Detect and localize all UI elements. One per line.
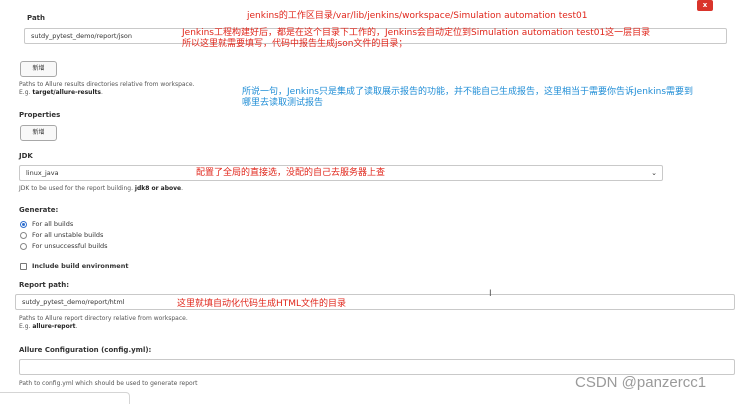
jdk-help-prefix: JDK to be used for the report building.	[19, 185, 135, 192]
chevron-down-icon: ⌄	[651, 169, 657, 177]
path-help-example: E.g. target/allure-results.	[19, 89, 194, 97]
jdk-help-suffix: .	[181, 185, 184, 192]
radio-unstable-builds[interactable]: For all unstable builds	[20, 230, 103, 240]
radio-unsuccessful-builds[interactable]: For unsuccessful builds	[20, 241, 108, 251]
close-button[interactable]: x	[697, 0, 713, 11]
report-path-help-eg-prefix: E.g.	[19, 323, 33, 330]
path-help: Paths to Allure results directories rela…	[19, 81, 194, 97]
generate-label: Generate:	[19, 206, 59, 214]
path-help-eg-value: target/allure-results	[32, 89, 101, 96]
include-env-label: Include build environment	[32, 262, 129, 270]
report-path-help-eg-value: allure-report	[32, 323, 76, 330]
path-add-button[interactable]: 新增	[20, 61, 57, 77]
bottom-panel-edge	[0, 392, 130, 404]
radio-label: For all unstable builds	[32, 231, 104, 239]
radio-button[interactable]	[20, 220, 27, 228]
radio-label: For all builds	[32, 220, 74, 228]
annotation-workspace-dir: jenkins的工作区目录/var/lib/jenkins/workspace/…	[247, 11, 588, 21]
annotation-jenkins-read-2: 哪里去读取测试报告	[242, 98, 324, 108]
report-path-help: Paths to Allure report directory relativ…	[19, 315, 188, 331]
report-path-help-eg-suffix: .	[75, 323, 78, 330]
report-path-input[interactable]: sutdy_pytest_demo/report/html	[15, 294, 735, 310]
close-icon: x	[702, 1, 708, 9]
radio-label: For unsuccessful builds	[32, 242, 108, 250]
jdk-help-bold: jdk8 or above	[134, 185, 182, 192]
jdk-selected-value: linux_java	[26, 169, 59, 177]
properties-add-button[interactable]: 新增	[20, 125, 57, 141]
path-help-line1: Paths to Allure results directories rela…	[19, 81, 195, 88]
path-label: Path	[27, 14, 45, 22]
radio-all-builds[interactable]: For all builds	[20, 219, 73, 229]
report-path-label: Report path:	[19, 281, 70, 289]
include-env-checkbox[interactable]	[20, 262, 27, 270]
path-help-eg-prefix: E.g.	[19, 89, 33, 96]
annotation-jdk: 配置了全局的直接选，没配的自己去服务器上查	[196, 168, 386, 178]
annotation-html-dir: 这里就填自动化代码生成HTML文件的目录	[177, 299, 347, 309]
radio-button[interactable]	[20, 242, 27, 250]
path-help-eg-suffix: .	[100, 89, 103, 96]
report-path-help-example: E.g. allure-report.	[19, 323, 188, 331]
radio-button[interactable]	[20, 231, 27, 239]
allure-config-label: Allure Configuration (config.yml):	[19, 346, 152, 354]
allure-config-help: Path to config.yml which should be used …	[19, 380, 198, 387]
annotation-json-dir: 所以这里就需要填写，代码中报告生成json文件的目录；	[182, 39, 408, 49]
jdk-label: JDK	[19, 152, 33, 160]
text-cursor-icon: I	[489, 289, 492, 299]
jdk-help: JDK to be used for the report building. …	[19, 185, 183, 193]
include-env-checkbox-row[interactable]: Include build environment	[20, 261, 128, 271]
allure-config-input[interactable]	[19, 359, 735, 375]
properties-label: Properties	[19, 111, 61, 119]
csdn-watermark: CSDN @panzercc1	[575, 374, 707, 391]
report-path-help-line1: Paths to Allure report directory relativ…	[19, 315, 188, 322]
